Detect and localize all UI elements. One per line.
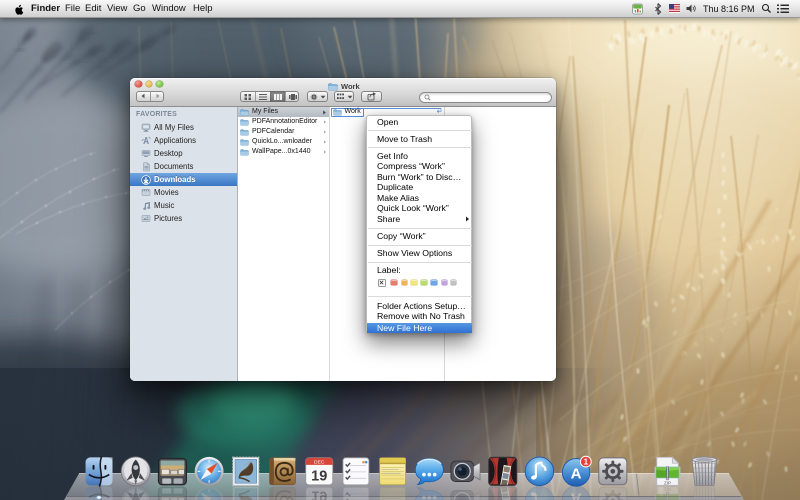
svg-text:19: 19 — [311, 468, 327, 484]
svg-text:ZIP: ZIP — [664, 481, 671, 486]
svg-text:1: 1 — [584, 458, 589, 467]
svg-text:A: A — [571, 465, 582, 482]
svg-text:DEC: DEC — [314, 460, 325, 466]
